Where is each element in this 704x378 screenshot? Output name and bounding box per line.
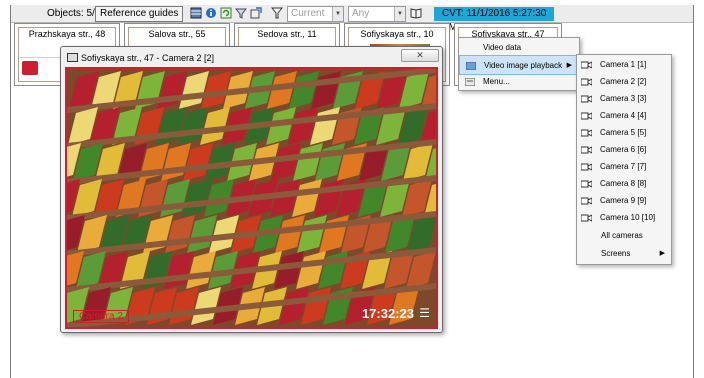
camera-video-feed[interactable]: Camera 2 17:32:23 ☰ [65, 67, 438, 329]
tile-title: Sofiyskaya str., 10 [360, 29, 434, 39]
camera-icon [581, 78, 592, 86]
camera-icon [581, 129, 592, 137]
frame-border-left [10, 5, 11, 378]
menu-item-menu[interactable]: Menu... [459, 72, 579, 92]
chevron-down-icon: ▼ [332, 7, 343, 21]
app-window: Objects: 5/5 Reference guides Current ▼ … [0, 0, 704, 378]
camera-label: Camera 9 [9] [600, 196, 647, 205]
frame-border-right [693, 5, 694, 378]
camera-icon [581, 163, 592, 171]
toolbar: Objects: 5/5 Reference guides Current ▼ … [11, 5, 693, 33]
any-select-value: Any [352, 8, 370, 19]
camera-icon [581, 146, 592, 154]
chevron-right-icon: ▶ [659, 250, 665, 257]
camera-label: Camera 4 [4] [600, 111, 647, 120]
submenu-item-all-cameras[interactable]: All cameras [577, 226, 671, 246]
menu-icon [465, 78, 475, 86]
chevron-down-icon: ▼ [394, 7, 405, 21]
camera-label: Camera 8 [8] [600, 179, 647, 188]
camera-label: Camera 2 [2] [600, 77, 647, 86]
alarm-icon[interactable] [22, 61, 38, 75]
grid-icon[interactable] [189, 7, 203, 21]
clock-display: CVT: 11/1/2016 5:27:30 PM [434, 7, 554, 33]
context-menu: Video data Video image playback ▶ Menu..… [458, 37, 580, 91]
camera-window-title-text: Sofiyskaya str., 47 - Camera 2 [2] [81, 53, 215, 63]
all-cameras-label: All cameras [601, 231, 643, 240]
camera-icon [581, 214, 592, 222]
funnel-icon[interactable] [270, 7, 284, 21]
close-icon: ✕ [416, 50, 424, 60]
hamburger-menu-icon[interactable]: ☰ [419, 306, 430, 320]
camera-label: Camera 3 [3] [600, 94, 647, 103]
submenu-item-camera[interactable]: Camera 10 [10] [577, 208, 671, 228]
submenu-item-screens[interactable]: Screens ▶ [577, 244, 671, 264]
camera-label: Camera 10 [10] [600, 213, 656, 222]
tile-title: Salova str., 55 [148, 29, 206, 39]
screens-label: Screens [601, 249, 631, 258]
any-select[interactable]: Any ▼ [348, 6, 406, 22]
info-icon[interactable] [204, 7, 218, 21]
menu-item-label: Video image playback [484, 61, 563, 70]
camera-window-icon [67, 53, 78, 62]
current-select-value: Current [291, 8, 325, 19]
current-select[interactable]: Current ▼ [287, 6, 344, 22]
video-timestamp: 17:32:23 [361, 306, 414, 321]
camera-label: Camera 5 [5] [600, 128, 647, 137]
menu-item-label: Video data [483, 43, 522, 52]
camera-label: Camera 1 [1] [600, 60, 647, 69]
menu-item-label: Menu... [483, 77, 510, 86]
tile-title: Sedova str., 11 [257, 29, 317, 39]
tile-title: Prazhskaya str., 48 [28, 29, 106, 39]
close-button[interactable]: ✕ [401, 49, 439, 62]
camera-window-title: Sofiyskaya str., 47 - Camera 2 [2] [67, 51, 214, 65]
camera-name-overlay: Camera 2 [73, 310, 129, 323]
refresh-icon[interactable] [219, 7, 233, 21]
video-frame-image [67, 69, 436, 327]
camera-icon [581, 112, 592, 120]
playback-icon [466, 62, 476, 70]
camera-icon [581, 180, 592, 188]
filter-icon[interactable] [234, 7, 248, 21]
export-icon[interactable] [249, 7, 263, 21]
objects-count: Objects: 5/5 [47, 8, 101, 19]
camera-label: Camera 6 [6] [600, 145, 647, 154]
camera-icon [581, 197, 592, 205]
camera-window[interactable]: Sofiyskaya str., 47 - Camera 2 [2] ✕ Cam… [60, 46, 443, 333]
reference-guides-button[interactable]: Reference guides [95, 6, 184, 22]
camera-icon [581, 95, 592, 103]
book-icon[interactable] [409, 7, 423, 21]
camera-label: Camera 7 [7] [600, 162, 647, 171]
camera-submenu: Camera 1 [1] Camera 2 [2] Camera 3 [3] C… [576, 54, 672, 265]
camera-icon [581, 61, 592, 69]
